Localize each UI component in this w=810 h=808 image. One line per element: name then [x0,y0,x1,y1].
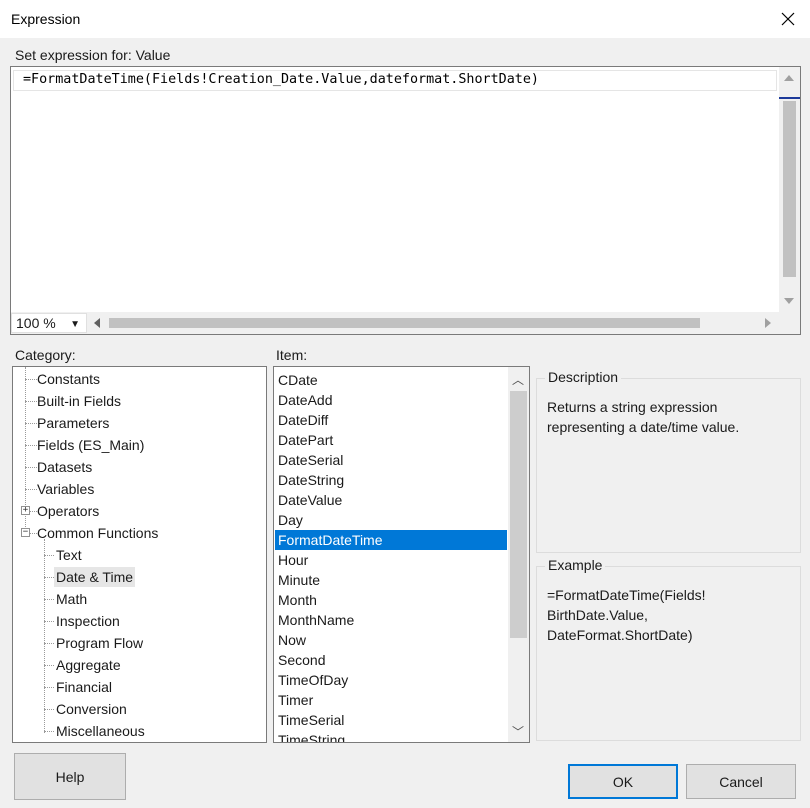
cancel-button[interactable]: Cancel [686,764,796,799]
tree-item-constants[interactable]: Constants [35,369,102,389]
editor-vertical-scrollbar[interactable] [779,67,800,312]
tree-item-aggregate[interactable]: Aggregate [54,655,123,675]
list-item-day[interactable]: Day [275,510,507,530]
tree-line [44,665,54,666]
tree-item-inspection[interactable]: Inspection [54,611,122,631]
minus-expander-icon[interactable]: − [21,528,30,537]
list-item-timeofday[interactable]: TimeOfDay [275,670,507,690]
chevron-up-icon[interactable]: ︿ [512,371,524,388]
list-item-timer[interactable]: Timer [275,690,507,710]
title-bar: Expression [0,0,810,38]
tree-item-date-time[interactable]: Date & Time [54,567,136,587]
tree-item-built-in-fields[interactable]: Built-in Fields [35,391,123,411]
tree-item-variables[interactable]: Variables [35,479,96,499]
zoom-select[interactable]: 100 % ▼ [11,313,87,333]
list-item-datevalue[interactable]: DateValue [275,490,507,510]
example-line-3: DateFormat.ShortDate) [547,627,693,643]
tree-item-conversion[interactable]: Conversion [54,699,129,719]
tree-item-program-flow[interactable]: Program Flow [54,633,145,653]
scroll-down-arrow-icon[interactable] [784,298,794,304]
list-item-monthname[interactable]: MonthName [275,610,507,630]
close-button[interactable] [766,0,810,38]
chevron-down-icon[interactable]: ﹀ [512,723,524,740]
list-item-datepart[interactable]: DatePart [275,430,507,450]
tree-line [44,555,54,556]
window-title: Expression [11,11,81,27]
description-title: Description [545,369,622,385]
example-line-2: BirthDate.Value, [547,607,648,623]
tree-line [44,621,54,622]
editor-vertical-scroll-thumb[interactable] [783,101,796,277]
tree-line [44,643,54,644]
tree-line [44,687,54,688]
tree-item-math[interactable]: Math [54,589,89,609]
scroll-up-arrow-icon[interactable] [784,75,794,81]
expression-label: Set expression for: Value [15,47,171,63]
example-title: Example [545,557,606,573]
close-icon [781,12,795,26]
expression-text[interactable]: =FormatDateTime(Fields!Creation_Date.Val… [23,72,539,87]
tree-item-text[interactable]: Text [54,545,84,565]
description-line-2: representing a date/time value. [547,419,740,435]
item-list-scrollbar[interactable]: ︿ ﹀ [508,367,529,742]
category-label: Category: [15,347,76,363]
example-group: Example =FormatDateTime(Fields! BirthDat… [536,557,801,741]
tree-item-miscellaneous[interactable]: Miscellaneous [54,721,147,741]
tree-item-operators[interactable]: Operators [35,501,101,521]
item-label: Item: [276,347,308,363]
list-item-month[interactable]: Month [275,590,507,610]
scroll-position-marker [779,97,800,99]
ok-button[interactable]: OK [568,764,678,799]
list-item-hour[interactable]: Hour [275,550,507,570]
tree-item-financial[interactable]: Financial [54,677,114,697]
list-item-minute[interactable]: Minute [275,570,507,590]
list-item-formatdatetime[interactable]: FormatDateTime [275,530,507,550]
item-list[interactable]: CDate DateAdd DateDiff DatePart DateSeri… [273,366,530,743]
description-line-1: Returns a string expression [547,399,718,415]
chevron-down-icon: ▼ [70,319,80,330]
tree-line [44,539,45,733]
list-item-datestring[interactable]: DateString [275,470,507,490]
tree-item-parameters[interactable]: Parameters [35,413,111,433]
list-item-datediff[interactable]: DateDiff [275,410,507,430]
list-item-dateserial[interactable]: DateSerial [275,450,507,470]
item-list-scroll-thumb[interactable] [510,391,527,638]
list-item-cdate[interactable]: CDate [275,370,507,390]
description-group: Description Returns a string expression … [536,369,801,553]
tree-line [44,709,54,710]
help-button[interactable]: Help [14,753,126,800]
plus-expander-icon[interactable]: + [21,506,30,515]
tree-item-fields[interactable]: Fields (ES_Main) [35,435,146,455]
list-item-timeserial[interactable]: TimeSerial [275,710,507,730]
list-item-timestring[interactable]: TimeString [275,730,507,742]
zoom-value: 100 % [16,315,56,331]
list-item-now[interactable]: Now [275,630,507,650]
tree-line [44,599,54,600]
list-item-second[interactable]: Second [275,650,507,670]
tree-item-datasets[interactable]: Datasets [35,457,94,477]
scroll-left-arrow-icon[interactable] [94,318,100,328]
list-item-dateadd[interactable]: DateAdd [275,390,507,410]
expression-editor[interactable]: =FormatDateTime(Fields!Creation_Date.Val… [10,66,801,335]
scroll-right-arrow-icon[interactable] [765,318,771,328]
category-tree[interactable]: Constants Built-in Fields Parameters Fie… [12,366,267,743]
editor-horizontal-scroll-thumb[interactable] [109,318,700,328]
editor-bottom-bar: 100 % ▼ [11,312,800,334]
example-line-1: =FormatDateTime(Fields! [547,587,706,603]
tree-line [44,731,54,732]
tree-line [44,577,54,578]
tree-item-common-functions[interactable]: Common Functions [35,523,160,543]
